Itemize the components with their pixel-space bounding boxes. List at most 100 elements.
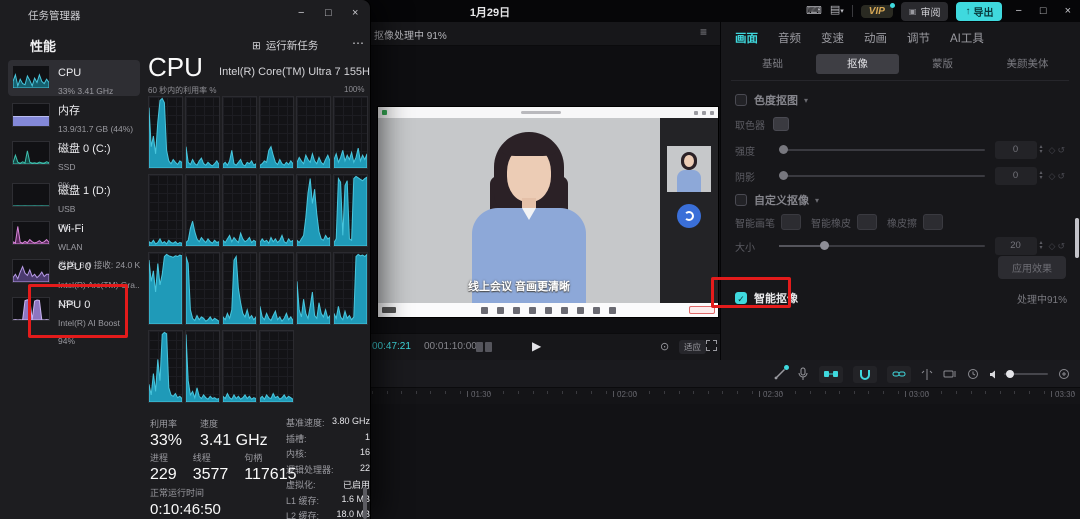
strength-stepper[interactable]: ▴ ▾ [1040,144,1043,155]
tm-scrollbar[interactable] [363,487,367,519]
size-slider[interactable] [779,241,985,250]
fullscreen-icon[interactable] [706,340,717,351]
hamburger-menu-icon[interactable]: ≡ [700,25,707,39]
cpu-core-chart [333,96,368,169]
ruler-time-label: 02:00 [617,390,638,399]
play-button[interactable]: ▶ [532,339,541,353]
color-picker-swatch[interactable] [773,117,789,131]
properties-panel: 画面 音频 变速 动画 调节 AI工具 基础 抠像 蒙版 美颜美体 色度抠图 ▾… [720,22,1080,360]
sidebar-item-npu[interactable]: NPU 0 Intel(R) AI Boost 94% [8,292,140,346]
slider-knob[interactable] [820,241,830,250]
npu-spark-chart [12,297,50,321]
timeline-zoom-fit-icon[interactable] [1058,368,1070,380]
panel-subtabs: 基础 抠像 蒙版 美颜美体 [731,54,1069,74]
custom-keying-header: 自定义抠像 ▾ [735,190,1067,210]
record-voiceover-icon[interactable] [797,367,809,381]
screen: 1月29日 ⌨ ▤▾ VIP ▣ 审阅 ↑ 导出 − □ × 抠像处理中 91% ≡ [0,0,1080,519]
smart-brush-button[interactable] [781,214,801,230]
size-stepper[interactable]: ▴ ▾ [1040,240,1043,251]
upload-icon: ↑ [965,5,971,17]
sidebar-item-wifi[interactable]: Wi-Fi WLAN 发送: 8.0 接收: 24.0 K [8,216,140,270]
performance-tab-label: 性能 [30,39,57,54]
tm-more-menu-icon[interactable]: ⋯ [352,36,364,50]
tab-tiaojie[interactable]: 调节 [907,30,930,46]
subtab-mask[interactable]: 蒙版 [901,54,984,74]
apply-effect-button[interactable]: 应用效果 [998,256,1066,279]
collapse-caret-icon[interactable]: ▾ [815,196,819,205]
size-row: 大小 20 ▴ ▾ ◇↺ [735,236,1067,256]
auto-ripple-toggle[interactable] [819,365,843,383]
timeline-volume-control[interactable] [989,369,1048,380]
shadow-row: 阴影 0 ▴ ▾ ◇↺ [735,166,1067,186]
tm-close-button[interactable]: × [352,7,358,19]
editor-minimize-button[interactable]: − [1010,5,1026,17]
linkage-toggle[interactable] [887,365,911,383]
strength-slider[interactable] [779,145,985,154]
smart-keying-checkbox[interactable]: ✓ [735,292,747,304]
task-manager-title: 任务管理器 [28,10,81,22]
timer-icon[interactable] [967,368,979,380]
cpu-core-chart [148,330,183,403]
tm-maximize-button[interactable]: □ [325,7,332,19]
subtab-basic[interactable]: 基础 [731,54,814,74]
cpu-core-chart [185,174,220,247]
cpu-core-chart [222,96,257,169]
fit-mode-selector[interactable]: 适应 [679,340,707,354]
strength-value[interactable]: 0 [994,141,1037,159]
review-button[interactable]: ▣ 审阅 [900,1,949,21]
size-value[interactable]: 20 [994,237,1037,255]
collapse-caret-icon[interactable]: ▾ [804,96,808,105]
tab-biansu[interactable]: 变速 [821,30,844,46]
processes-value: 229 [150,466,177,483]
snapshot-icon[interactable]: ⊙ [660,340,669,353]
tm-minimize-button[interactable]: − [298,7,304,19]
cpu-core-chart [333,174,368,247]
sidebar-item-disk1[interactable]: 磁盘 1 (D:) USB 0% [8,178,140,232]
shadow-slider[interactable] [779,171,985,180]
export-button[interactable]: ↑ 导出 [956,1,1003,21]
meeting-window-titlebar [378,107,718,118]
cpu-detail-title: CPU [148,52,203,82]
sidebar-item-gpu[interactable]: GPU 0 Intel(R) Arc(TM) Gra.. 12% [8,254,140,308]
eraser-button[interactable] [923,214,943,230]
memory-bar-chart [12,103,50,127]
ruler-time-label: 02:30 [763,390,784,399]
smart-keying-row: ✓ 智能抠像 处理中91% [735,288,1067,308]
subtab-beauty[interactable]: 美颜美体 [986,54,1069,74]
chroma-key-header: 色度抠图 ▾ [735,90,1067,110]
subtab-keying[interactable]: 抠像 [816,54,899,74]
volume-slider[interactable] [1004,370,1048,378]
editor-close-button[interactable]: × [1060,5,1076,17]
tab-ai-tools[interactable]: AI工具 [950,30,984,46]
shadow-stepper[interactable]: ▴ ▾ [1040,170,1043,181]
layout-switch-icon[interactable]: ▤▾ [830,0,844,23]
tab-huamian[interactable]: 画面 [735,30,758,46]
snap-magnet-toggle[interactable] [853,365,877,383]
smart-select-icon[interactable] [773,365,789,381]
project-title: 1月29日 [469,7,511,19]
sidebar-item-disk0[interactable]: 磁盘 0 (C:) SSD 0% [8,136,140,190]
custom-keying-checkbox[interactable] [735,194,747,206]
slider-knob[interactable] [779,171,788,180]
sidebar-item-memory[interactable]: 内存 13.9/31.7 GB (44%) [8,98,140,134]
slider-knob[interactable] [779,145,788,154]
gpu-spark-chart [12,259,50,283]
meeting-app-icon [382,110,387,115]
split-clip-icon[interactable] [921,368,933,381]
preview-axis-icon[interactable] [943,369,957,380]
tab-yinpin[interactable]: 音频 [778,30,801,46]
panel-scrollbar[interactable] [1075,218,1079,258]
compare-view-icon[interactable] [476,342,492,352]
smart-eraser-button[interactable] [857,214,877,230]
run-new-task-button[interactable]: ⊞ 运行新任务 [252,38,318,53]
keyboard-shortcuts-icon[interactable]: ⌨ [806,0,822,22]
chroma-key-checkbox[interactable] [735,94,747,106]
ruler-time-label: 03:00 [909,390,930,399]
editor-maximize-button[interactable]: □ [1035,5,1052,17]
tab-donghua[interactable]: 动画 [864,30,887,46]
new-task-icon: ⊞ [252,39,261,52]
volume-knob[interactable] [1006,370,1014,378]
shadow-value[interactable]: 0 [994,167,1037,185]
sidebar-item-cpu[interactable]: CPU 33% 3.41 GHz [8,60,140,96]
vip-badge[interactable]: VIP [860,2,895,18]
